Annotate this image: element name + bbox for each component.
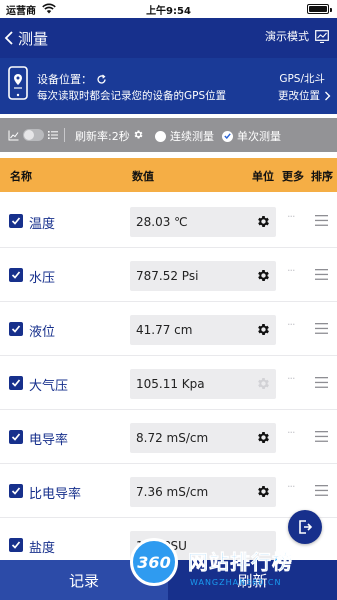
table-row: 水压 787.52 Psi ··· (0, 248, 337, 302)
row-name: 比电导率 (29, 487, 82, 502)
chevron-right-icon (325, 91, 331, 100)
more-icon[interactable]: ··· (287, 210, 295, 223)
nav-header: 测量 演示模式 (0, 18, 337, 58)
row-checkbox[interactable] (9, 376, 23, 390)
record-button[interactable]: 记录 (0, 560, 168, 600)
chart-list-toggle[interactable] (23, 129, 44, 141)
more-icon[interactable]: ··· (287, 318, 295, 331)
refresh-button[interactable]: 刷新 (168, 560, 337, 600)
chart-frame-icon (315, 29, 329, 43)
value-field[interactable]: 7.36 mS/cm (130, 477, 276, 507)
continuous-measure-label: 连续测量 (170, 130, 214, 143)
gear-icon[interactable] (256, 430, 271, 445)
drag-handle-icon[interactable] (315, 323, 328, 334)
toolbar-divider (64, 128, 65, 142)
column-unit-header: 单位 (252, 170, 274, 183)
chevron-left-icon (4, 31, 13, 45)
chart-icon (8, 130, 19, 141)
value-field[interactable]: 1.__ PSU (130, 531, 276, 561)
row-name: 大气压 (29, 379, 69, 394)
column-sort-header: 排序 (311, 170, 333, 183)
table-header: 名称 数值 单位 更多 排序 (0, 158, 337, 192)
change-location-button[interactable]: 更改位置 (278, 88, 331, 103)
row-name: 温度 (29, 217, 56, 232)
row-name: 水压 (29, 271, 56, 286)
demo-mode-button[interactable]: 演示模式 (265, 28, 329, 44)
row-name: 电导率 (29, 433, 69, 448)
value-text: 8.72 mS/cm (136, 431, 209, 445)
gear-icon[interactable] (256, 484, 271, 499)
radio-checked-icon (222, 130, 233, 142)
row-checkbox[interactable] (9, 322, 23, 336)
bottom-action-bar: 记录 刷新 (0, 560, 337, 600)
column-more-header: 更多 (282, 170, 304, 183)
gear-icon[interactable] (256, 214, 271, 229)
gear-icon[interactable] (133, 129, 144, 140)
value-text: 787.52 Psi (136, 269, 199, 283)
status-time: 上午9:54 (146, 6, 191, 17)
drag-handle-icon[interactable] (315, 269, 328, 280)
table-row: 液位 41.77 cm ··· (0, 302, 337, 356)
refresh-icon[interactable] (96, 74, 107, 85)
back-button[interactable]: 测量 (4, 26, 48, 50)
gps-label: GPS/北斗 (279, 73, 325, 85)
phone-location-icon (8, 66, 28, 100)
value-field[interactable]: 105.11 Kpa (130, 369, 276, 399)
value-text: 41.77 cm (136, 323, 193, 337)
location-panel: 设备位置： 每次读取时都会记录您的设备的GPS位置 GPS/北斗 更改位置 (0, 58, 337, 114)
gear-disabled-icon (258, 378, 269, 389)
row-checkbox[interactable] (9, 214, 23, 228)
toggle-knob (24, 130, 34, 140)
value-text: 105.11 Kpa (136, 377, 205, 391)
row-checkbox[interactable] (9, 484, 23, 498)
more-icon[interactable]: ··· (287, 426, 295, 439)
value-text: 7.36 mS/cm (136, 485, 209, 499)
gear-icon[interactable] (256, 268, 271, 283)
single-measure-radio[interactable]: 单次测量 (222, 128, 281, 144)
row-checkbox[interactable] (9, 430, 23, 444)
list-icon (48, 131, 58, 139)
radio-unchecked-icon (155, 130, 166, 142)
change-location-label: 更改位置 (278, 90, 320, 102)
drag-handle-icon[interactable] (315, 377, 328, 388)
table-row: 大气压 105.11 Kpa ··· (0, 356, 337, 410)
value-field[interactable]: 28.03 ℃ (130, 207, 276, 237)
drag-handle-icon[interactable] (315, 215, 328, 226)
measurement-list: 温度 28.03 ℃ ··· 水压 787.52 Psi ··· 液位 41.7… (0, 194, 337, 572)
row-name: 液位 (29, 325, 56, 340)
export-icon (299, 520, 313, 534)
value-field[interactable]: 8.72 mS/cm (130, 423, 276, 453)
row-checkbox[interactable] (9, 268, 23, 282)
device-location-text: 设备位置： (37, 73, 92, 86)
more-icon[interactable]: ··· (287, 480, 295, 493)
row-name: 盐度 (29, 541, 56, 556)
more-icon[interactable]: ··· (287, 372, 295, 385)
row-checkbox[interactable] (9, 538, 23, 552)
export-button[interactable] (288, 510, 322, 544)
gear-icon[interactable] (256, 322, 271, 337)
table-row: 温度 28.03 ℃ ··· (0, 194, 337, 248)
device-location-label: 设备位置： (37, 71, 107, 87)
drag-handle-icon[interactable] (315, 485, 328, 496)
column-value-header: 数值 (132, 170, 154, 183)
value-text: 28.03 ℃ (136, 215, 188, 229)
value-text: 1.__ PSU (136, 539, 187, 553)
single-measure-label: 单次测量 (237, 130, 281, 143)
more-icon[interactable]: ··· (287, 264, 295, 277)
value-field[interactable]: 41.77 cm (130, 315, 276, 345)
table-row: 电导率 8.72 mS/cm ··· (0, 410, 337, 464)
refresh-rate-label: 刷新率:2秒 (75, 130, 130, 143)
measure-toolbar: 刷新率:2秒 连续测量 单次测量 (0, 118, 337, 152)
drag-handle-icon[interactable] (315, 431, 328, 442)
location-note: 每次读取时都会记录您的设备的GPS位置 (37, 90, 227, 102)
table-row: 比电导率 7.36 mS/cm ··· (0, 464, 337, 518)
continuous-measure-radio[interactable]: 连续测量 (155, 128, 214, 144)
status-bar: 运营商 上午9:54 (0, 0, 337, 18)
battery-icon (307, 4, 332, 14)
column-name-header: 名称 (10, 170, 32, 183)
page-title: 测量 (18, 29, 49, 48)
value-field[interactable]: 787.52 Psi (130, 261, 276, 291)
demo-mode-label: 演示模式 (265, 30, 309, 43)
